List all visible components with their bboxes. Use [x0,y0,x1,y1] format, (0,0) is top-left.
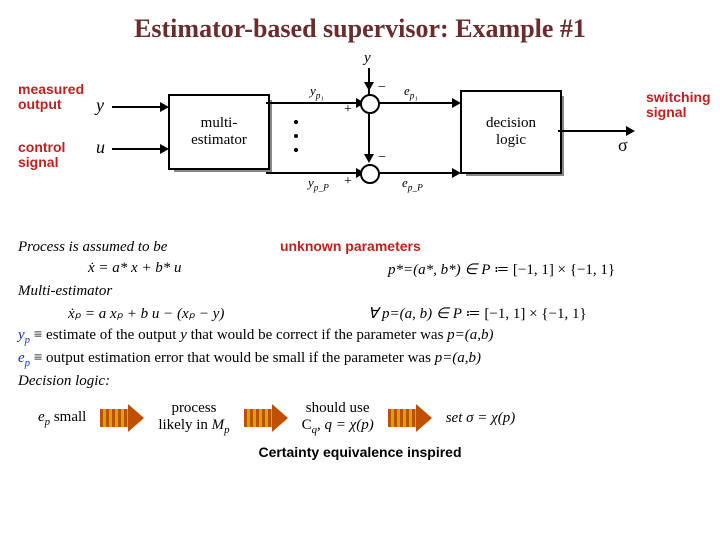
multi-estimator-heading: Multi-estimator [18,283,702,300]
measured-output-label: measured output [18,82,84,113]
implies-arrow-2 [244,404,288,432]
sum-node-1 [360,94,380,114]
measured-output-sym: y [96,96,104,116]
certainty-equivalence: Certainty equivalence inspired [18,444,702,460]
control-signal-sym: u [96,138,105,158]
decision-logic-heading: Decision logic: [18,373,702,390]
sigma-label: σ [618,136,628,156]
slide-title: Estimator-based supervisor: Example #1 [18,14,702,44]
set-sigma: set σ = χ(p) [446,410,516,427]
ypP-label: yp_P [308,176,329,194]
sum-node-2 [360,164,380,184]
multi-estimator-box: multi- estimator [168,94,270,170]
pstar-definition: p*=(a*, b*) ∈ P ≔ [−1, 1] × {−1, 1} [388,260,615,279]
top-y-label: y [364,50,371,67]
decision-logic-box: decision logic [460,90,562,174]
yp-definition: yp ≡ estimate of the output y that would… [18,327,702,346]
implies-arrow-3 [388,404,432,432]
plus-2: + [344,174,352,189]
ep1-label: ep₁ [404,84,418,102]
unknown-params-label: unknown parameters [280,238,421,254]
forall-p-definition: ∀ p=(a, b) ∈ P ≔ [−1, 1] × {−1, 1} [368,304,587,323]
process-equation: ẋ = a* x + b* u [18,260,388,279]
decision-logic-chain: ep small process likely in Mp should use… [38,400,702,436]
block-diagram: y measured output y control signal u mul… [18,54,702,234]
minus-2: − [378,150,386,165]
minus-1: − [378,80,386,95]
ep-small: ep small [38,409,86,428]
plus-1: + [344,102,352,117]
process-likely: process likely in Mp [158,400,229,436]
epP-label: ep_P [402,176,423,194]
yp1-label: yp₁ [310,84,324,102]
switching-signal-label: switching signal [646,90,711,121]
multi-estimator-equation: ẋₚ = a xₚ + b u − (xₚ − y) [18,304,368,323]
implies-arrow-1 [100,404,144,432]
process-assumption-line: Process is assumed to be unknown paramet… [18,238,702,256]
should-use: should use Cq, q = χ(p) [302,400,374,436]
control-signal-label: control signal [18,140,65,171]
ep-definition: ep ≡ output estimation error that would … [18,350,702,369]
